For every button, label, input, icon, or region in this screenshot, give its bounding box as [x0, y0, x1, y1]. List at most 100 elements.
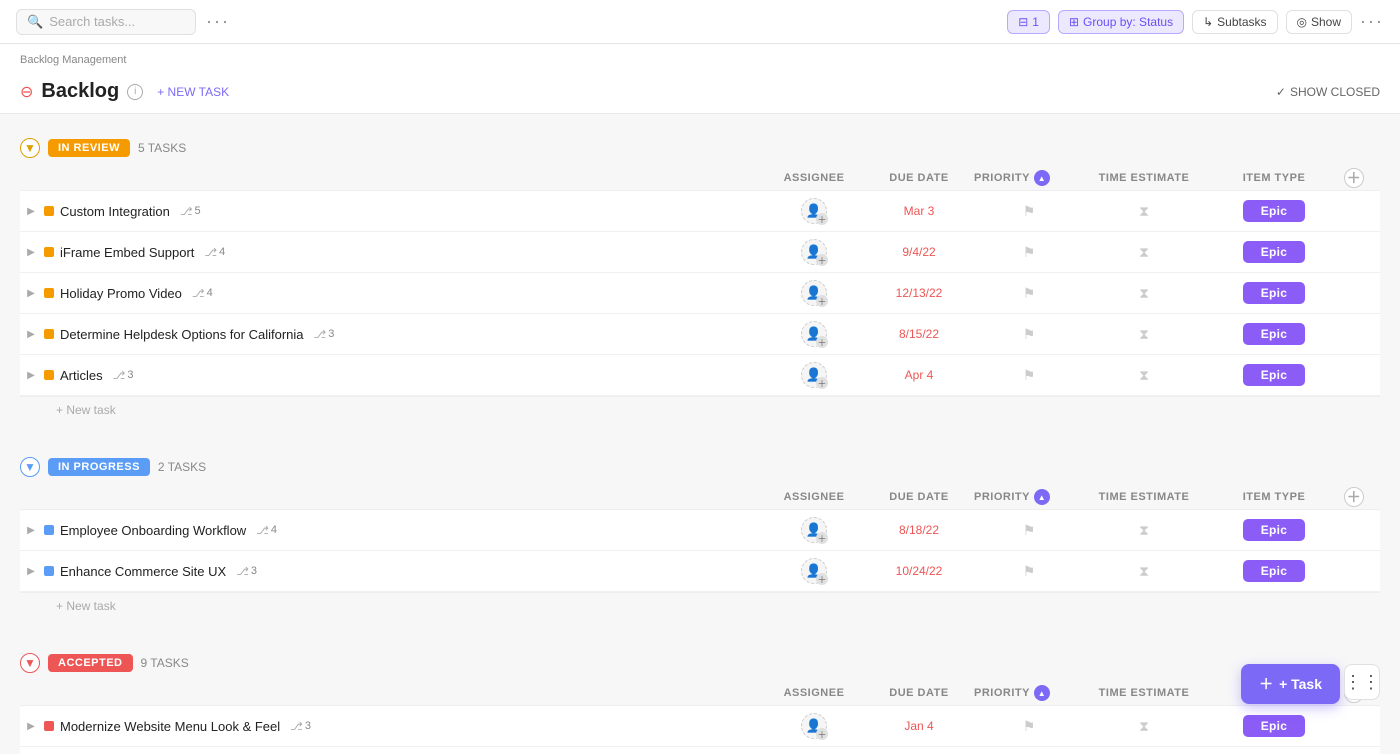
section-collapse-btn-in-progress[interactable]: ▼ — [20, 457, 40, 477]
time-estimate-cell[interactable]: ⧗ — [1084, 326, 1204, 343]
item-type-cell: Epic — [1204, 560, 1344, 582]
priority-cell[interactable]: ⚑ — [974, 563, 1084, 580]
task-name-cell: ▶ Determine Helpdesk Options for Califor… — [20, 327, 764, 342]
table-row[interactable]: ▶ Employee Onboarding Workflow ⎇ 4 👤 ＋ 8… — [20, 510, 1380, 551]
avatar[interactable]: 👤 ＋ — [801, 321, 827, 347]
filter-button[interactable]: ⊟ 1 — [1007, 10, 1050, 34]
col-assignee-in-review: ASSIGNEE — [764, 172, 864, 184]
table-row[interactable]: ▶ Articles ⎇ 3 👤 ＋ Apr 4 ⚑ ⧗ — [20, 355, 1380, 396]
show-closed-button[interactable]: ✓ SHOW CLOSED — [1276, 85, 1380, 99]
topbar-overflow-btn[interactable]: ··· — [1360, 11, 1384, 32]
backlog-collapse-icon[interactable]: ⊖ — [20, 82, 33, 102]
section-task-count-accepted: 9 TASKS — [141, 656, 189, 670]
assignee-cell: 👤 ＋ — [764, 321, 864, 347]
new-task-header-button[interactable]: + NEW TASK — [151, 83, 235, 101]
expand-arrow[interactable]: ▶ — [24, 245, 38, 259]
group-by-button[interactable]: ⊞ Group by: Status — [1058, 10, 1184, 34]
col-priority-in-review: PRIORITY ▲ — [974, 170, 1084, 186]
avatar[interactable]: 👤 ＋ — [801, 713, 827, 739]
task-color-dot — [44, 329, 54, 339]
avatar-plus-icon: ＋ — [816, 254, 828, 266]
subtasks-icon: ↳ — [1203, 15, 1213, 29]
topbar-more-btn[interactable]: ··· — [206, 11, 230, 32]
add-task-fab[interactable]: ＋ + Task — [1241, 664, 1340, 704]
priority-cell[interactable]: ⚑ — [974, 326, 1084, 343]
time-estimate-cell[interactable]: ⧗ — [1084, 203, 1204, 220]
table-row[interactable]: ▶ Enhance Customer Portal ⎇ 3 👤 ＋ ⚑ ⧗ — [20, 747, 1380, 754]
subtasks-button[interactable]: ↳ Subtasks — [1192, 10, 1277, 34]
section-collapse-btn-accepted[interactable]: ▼ — [20, 653, 40, 673]
expand-arrow[interactable]: ▶ — [24, 523, 38, 537]
expand-arrow[interactable]: ▶ — [24, 368, 38, 382]
table-row[interactable]: ▶ Custom Integration ⎇ 5 👤 ＋ Mar 3 ⚑ ⧗ — [20, 191, 1380, 232]
search-placeholder: Search tasks... — [49, 14, 135, 29]
expand-arrow[interactable]: ▶ — [24, 204, 38, 218]
table-row[interactable]: ▶ Modernize Website Menu Look & Feel ⎇ 3… — [20, 706, 1380, 747]
item-type-cell: Epic — [1204, 364, 1344, 386]
subtask-count: ⎇ 3 — [290, 720, 311, 733]
assignee-cell: 👤 ＋ — [764, 280, 864, 306]
priority-sort-icon-in-review[interactable]: ▲ — [1034, 170, 1050, 186]
assignee-cell: 👤 ＋ — [764, 239, 864, 265]
add-col-btn-in-progress[interactable]: ＋ — [1344, 487, 1364, 507]
new-task-row[interactable]: + New task — [20, 593, 1380, 619]
expand-arrow[interactable]: ▶ — [24, 564, 38, 578]
priority-cell[interactable]: ⚑ — [974, 367, 1084, 384]
assignee-cell: 👤 ＋ — [764, 517, 864, 543]
priority-cell[interactable]: ⚑ — [974, 718, 1084, 735]
subtask-icon: ⎇ — [204, 246, 217, 259]
table-row[interactable]: ▶ Holiday Promo Video ⎇ 4 👤 ＋ 12/13/22 ⚑… — [20, 273, 1380, 314]
section-task-count-in-progress: 2 TASKS — [158, 460, 206, 474]
time-estimate-cell[interactable]: ⧗ — [1084, 244, 1204, 261]
item-type-cell: Epic — [1204, 323, 1344, 345]
avatar-plus-icon: ＋ — [816, 336, 828, 348]
priority-sort-icon-accepted[interactable]: ▲ — [1034, 685, 1050, 701]
task-list-in-progress: ▶ Employee Onboarding Workflow ⎇ 4 👤 ＋ 8… — [20, 510, 1380, 593]
priority-cell[interactable]: ⚑ — [974, 285, 1084, 302]
table-row[interactable]: ▶ Determine Helpdesk Options for Califor… — [20, 314, 1380, 355]
avatar[interactable]: 👤 ＋ — [801, 239, 827, 265]
avatar[interactable]: 👤 ＋ — [801, 362, 827, 388]
task-name: Holiday Promo Video — [60, 286, 182, 301]
time-estimate-cell[interactable]: ⧗ — [1084, 367, 1204, 384]
due-date-cell: 9/4/22 — [864, 245, 974, 259]
avatar[interactable]: 👤 ＋ — [801, 198, 827, 224]
epic-badge: Epic — [1243, 560, 1306, 582]
fab-apps-icon[interactable]: ⋮⋮ — [1344, 664, 1380, 700]
col-add-in-progress: ＋ — [1344, 487, 1380, 507]
time-estimate-cell[interactable]: ⧗ — [1084, 718, 1204, 735]
expand-arrow[interactable]: ▶ — [24, 286, 38, 300]
subtask-count: ⎇ 4 — [256, 524, 277, 537]
section-in-progress: ▼ IN PROGRESS 2 TASKS ASSIGNEE DUE DATE … — [20, 451, 1380, 629]
priority-sort-icon-in-progress[interactable]: ▲ — [1034, 489, 1050, 505]
info-icon[interactable]: i — [127, 84, 143, 100]
avatar[interactable]: 👤 ＋ — [801, 558, 827, 584]
task-color-dot — [44, 525, 54, 535]
show-button[interactable]: ◎ Show — [1286, 10, 1353, 34]
avatar[interactable]: 👤 ＋ — [801, 280, 827, 306]
expand-arrow[interactable]: ▶ — [24, 719, 38, 733]
col-duedate-in-progress: DUE DATE — [864, 491, 974, 503]
avatar-plus-icon: ＋ — [816, 728, 828, 740]
flag-icon: ⚑ — [1023, 563, 1036, 580]
hourglass-icon: ⧗ — [1139, 326, 1149, 343]
expand-arrow[interactable]: ▶ — [24, 327, 38, 341]
task-name: Modernize Website Menu Look & Feel — [60, 719, 280, 734]
table-row[interactable]: ▶ iFrame Embed Support ⎇ 4 👤 ＋ 9/4/22 ⚑ … — [20, 232, 1380, 273]
priority-cell[interactable]: ⚑ — [974, 522, 1084, 539]
flag-icon: ⚑ — [1023, 367, 1036, 384]
due-date-cell: 12/13/22 — [864, 286, 974, 300]
topbar-right: ⊟ 1 ⊞ Group by: Status ↳ Subtasks ◎ Show… — [1007, 10, 1384, 34]
time-estimate-cell[interactable]: ⧗ — [1084, 563, 1204, 580]
section-collapse-btn-in-review[interactable]: ▼ — [20, 138, 40, 158]
time-estimate-cell[interactable]: ⧗ — [1084, 522, 1204, 539]
avatar[interactable]: 👤 ＋ — [801, 517, 827, 543]
priority-cell[interactable]: ⚑ — [974, 244, 1084, 261]
priority-cell[interactable]: ⚑ — [974, 203, 1084, 220]
table-row[interactable]: ▶ Enhance Commerce Site UX ⎇ 3 👤 ＋ 10/24… — [20, 551, 1380, 592]
flag-icon: ⚑ — [1023, 244, 1036, 261]
add-col-btn-in-review[interactable]: ＋ — [1344, 168, 1364, 188]
search-box[interactable]: 🔍 Search tasks... — [16, 9, 196, 35]
new-task-row[interactable]: + New task — [20, 397, 1380, 423]
time-estimate-cell[interactable]: ⧗ — [1084, 285, 1204, 302]
